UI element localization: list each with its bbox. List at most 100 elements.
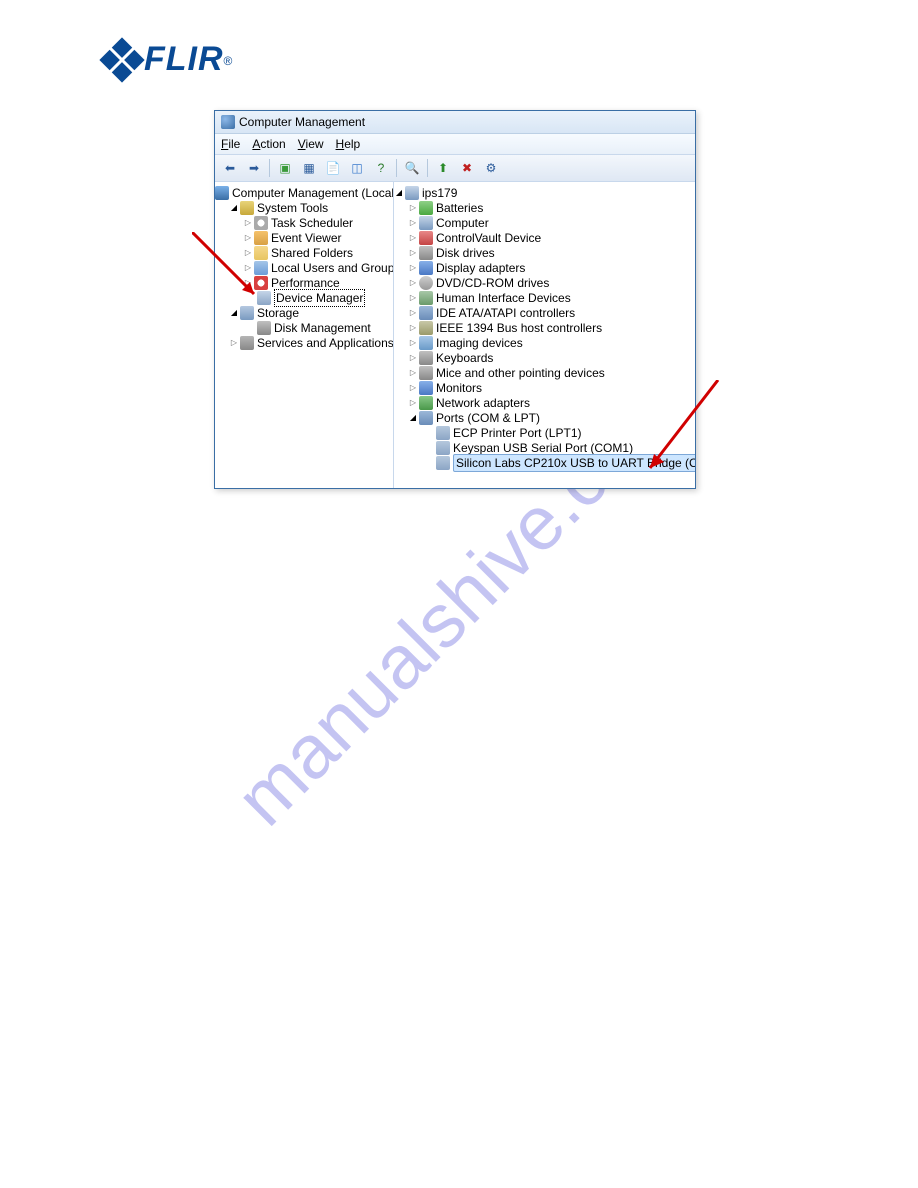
- device-root[interactable]: ◢ips179: [394, 185, 695, 200]
- tree-shared-folders[interactable]: ▷Shared Folders: [215, 245, 393, 260]
- back-button[interactable]: ⬅: [219, 157, 241, 179]
- expand-icon[interactable]: ▷: [243, 248, 253, 258]
- properties-button[interactable]: 📄: [322, 157, 344, 179]
- show-hide-button[interactable]: ▦: [298, 157, 320, 179]
- expand-icon[interactable]: ◢: [229, 203, 239, 213]
- expand-icon[interactable]: ▷: [408, 323, 418, 333]
- help-button[interactable]: ?: [370, 157, 392, 179]
- tree-storage[interactable]: ◢Storage: [215, 305, 393, 320]
- device-dvd[interactable]: ▷DVD/CD-ROM drives: [394, 275, 695, 290]
- device-ecp[interactable]: ECP Printer Port (LPT1): [394, 425, 695, 440]
- menu-view[interactable]: View: [298, 137, 324, 151]
- expand-icon[interactable]: ◢: [408, 413, 418, 423]
- expand-icon[interactable]: ▷: [408, 308, 418, 318]
- tree-task-scheduler[interactable]: ▷Task Scheduler: [215, 215, 393, 230]
- device-ports[interactable]: ◢Ports (COM & LPT): [394, 410, 695, 425]
- refresh-button[interactable]: ◫: [346, 157, 368, 179]
- window-titlebar[interactable]: Computer Management: [215, 110, 695, 134]
- expand-icon[interactable]: ◢: [394, 188, 404, 198]
- separator: [427, 159, 428, 177]
- separator: [269, 159, 270, 177]
- tree-event-viewer[interactable]: ▷Event Viewer: [215, 230, 393, 245]
- device-monitors[interactable]: ▷Monitors: [394, 380, 695, 395]
- computer-icon: [405, 186, 419, 200]
- device-network[interactable]: ▷Network adapters: [394, 395, 695, 410]
- device-display[interactable]: ▷Display adapters: [394, 260, 695, 275]
- expand-icon[interactable]: ▷: [243, 218, 253, 228]
- tree-disk-management[interactable]: Disk Management: [215, 320, 393, 335]
- expand-icon[interactable]: ▷: [408, 398, 418, 408]
- expand-icon[interactable]: ▷: [229, 338, 239, 348]
- tree-device-manager[interactable]: Device Manager: [215, 290, 393, 305]
- menubar: File Action View Help: [215, 134, 695, 155]
- device-imaging[interactable]: ▷Imaging devices: [394, 335, 695, 350]
- device-disk-drives[interactable]: ▷Disk drives: [394, 245, 695, 260]
- device-hid[interactable]: ▷Human Interface Devices: [394, 290, 695, 305]
- controlvault-icon: [419, 231, 433, 245]
- expand-icon[interactable]: ▷: [243, 233, 253, 243]
- services-icon: [240, 336, 254, 350]
- disable-button[interactable]: ⚙: [480, 157, 502, 179]
- tree-system-tools[interactable]: ◢System Tools: [215, 200, 393, 215]
- expand-icon[interactable]: ▷: [408, 203, 418, 213]
- device-1394[interactable]: ▷IEEE 1394 Bus host controllers: [394, 320, 695, 335]
- expand-icon[interactable]: ▷: [408, 293, 418, 303]
- expand-icon[interactable]: ▷: [408, 263, 418, 273]
- ieee1394-icon: [419, 321, 433, 335]
- port-icon: [436, 441, 450, 455]
- menu-help[interactable]: Help: [336, 137, 361, 151]
- imaging-icon: [419, 336, 433, 350]
- device-mice[interactable]: ▷Mice and other pointing devices: [394, 365, 695, 380]
- port-icon: [436, 456, 450, 470]
- menu-file[interactable]: File: [221, 137, 240, 151]
- device-keyboards[interactable]: ▷Keyboards: [394, 350, 695, 365]
- right-tree-pane[interactable]: ◢ips179 ▷Batteries ▷Computer ▷ControlVau…: [394, 182, 695, 489]
- left-tree-pane[interactable]: Computer Management (Local ◢System Tools…: [215, 182, 394, 489]
- scan-button[interactable]: 🔍: [401, 157, 423, 179]
- uninstall-button[interactable]: ✖: [456, 157, 478, 179]
- app-icon: [221, 115, 235, 129]
- users-icon: [254, 261, 268, 275]
- device-controlvault[interactable]: ▷ControlVault Device: [394, 230, 695, 245]
- expand-icon[interactable]: ▷: [408, 278, 418, 288]
- expand-icon[interactable]: ▷: [408, 233, 418, 243]
- expand-icon[interactable]: ▷: [243, 278, 253, 288]
- expand-icon[interactable]: ▷: [243, 263, 253, 273]
- expand-icon[interactable]: ▷: [408, 338, 418, 348]
- mmc-icon: [215, 186, 229, 200]
- expand-icon[interactable]: ▷: [408, 353, 418, 363]
- device-batteries[interactable]: ▷Batteries: [394, 200, 695, 215]
- device-silicon-labs[interactable]: Silicon Labs CP210x USB to UART Bridge (…: [394, 455, 695, 470]
- port-icon: [436, 426, 450, 440]
- clock-icon: [254, 216, 268, 230]
- ports-icon: [419, 411, 433, 425]
- computer-management-window: Computer Management File Action View Hel…: [214, 110, 696, 489]
- toolbar: ⬅ ➡ ▣ ▦ 📄 ◫ ? 🔍 ⬆ ✖ ⚙: [215, 155, 695, 182]
- device-keyspan[interactable]: Keyspan USB Serial Port (COM1): [394, 440, 695, 455]
- keyboard-icon: [419, 351, 433, 365]
- perf-icon: [254, 276, 268, 290]
- display-icon: [419, 261, 433, 275]
- device-ide[interactable]: ▷IDE ATA/ATAPI controllers: [394, 305, 695, 320]
- hid-icon: [419, 291, 433, 305]
- expand-icon[interactable]: ▷: [408, 248, 418, 258]
- window-title: Computer Management: [239, 115, 365, 129]
- menu-action[interactable]: Action: [252, 137, 285, 151]
- mouse-icon: [419, 366, 433, 380]
- dvd-icon: [419, 276, 433, 290]
- tree-services[interactable]: ▷Services and Applications: [215, 335, 393, 350]
- device-computer[interactable]: ▷Computer: [394, 215, 695, 230]
- event-icon: [254, 231, 268, 245]
- monitor-icon: [419, 381, 433, 395]
- expand-icon[interactable]: ▷: [408, 368, 418, 378]
- expand-icon[interactable]: ◢: [229, 308, 239, 318]
- computer-icon: [419, 216, 433, 230]
- drive-icon: [419, 246, 433, 260]
- tree-root[interactable]: Computer Management (Local: [215, 185, 393, 200]
- forward-button[interactable]: ➡: [243, 157, 265, 179]
- up-button[interactable]: ▣: [274, 157, 296, 179]
- expand-icon[interactable]: ▷: [408, 383, 418, 393]
- update-button[interactable]: ⬆: [432, 157, 454, 179]
- expand-icon[interactable]: ▷: [408, 218, 418, 228]
- tree-local-users[interactable]: ▷Local Users and Groups: [215, 260, 393, 275]
